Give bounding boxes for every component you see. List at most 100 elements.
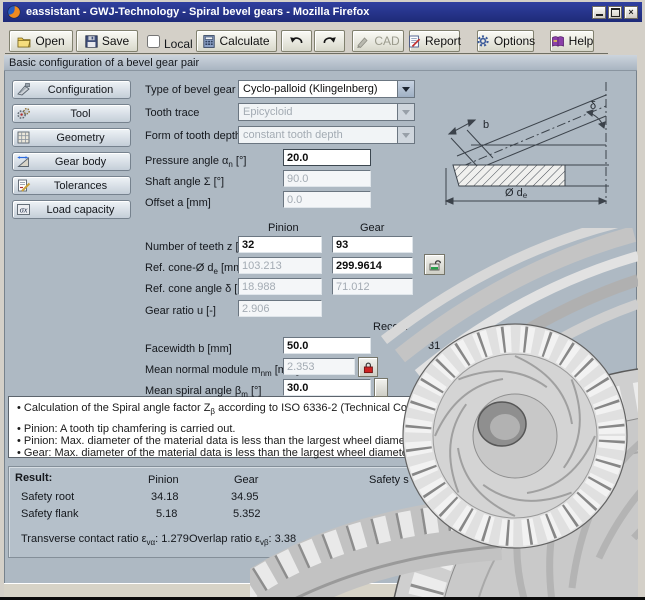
local-label: Local (164, 37, 193, 51)
teeth-pinion-input[interactable] (238, 236, 322, 253)
facewidth-label: Facewidth b [mm] (145, 343, 232, 355)
offset-label: Offset a [mm] (145, 197, 211, 209)
gear-column-header: Gear (360, 222, 384, 234)
chevron-down-icon[interactable] (397, 81, 414, 97)
safety-root-label: Safety root (21, 491, 74, 503)
undo-arrow-icon (289, 35, 304, 47)
ref-cone-unlock-button[interactable] (424, 254, 445, 275)
redo-button[interactable] (314, 30, 345, 52)
note-line: • Pinion: Max. diameter of the material … (17, 435, 414, 447)
result-safety-header: Safety s (369, 474, 409, 486)
calculate-button[interactable]: Calculate (196, 30, 277, 52)
svg-text:δ: δ (590, 100, 596, 112)
tooth-trace-label: Tooth trace (145, 107, 199, 119)
result-pinion-header: Pinion (148, 474, 179, 486)
svg-text:b: b (483, 119, 489, 131)
tool-gears-icon (16, 106, 31, 121)
mean-module-lock-button[interactable] (358, 357, 378, 377)
note-line: • Pinion: A tooth tip chamfering is carr… (17, 423, 235, 435)
mean-spiral-angle-label: Mean spiral angle βm [°] (145, 385, 261, 399)
gear-ratio-input (238, 300, 322, 317)
facewidth-recommendation: 31 (428, 340, 440, 352)
svg-text:Ø de: Ø de (505, 187, 528, 200)
section-title: Basic configuration of a bevel gear pair (9, 57, 199, 69)
shaft-angle-label: Shaft angle Σ [°] (145, 176, 224, 188)
cad-button: CAD (352, 30, 404, 52)
result-panel: Result: Pinion Gear Safety s Safety root… (8, 466, 612, 558)
open-folder-icon (17, 35, 31, 48)
status-bar (4, 583, 637, 597)
load-capacity-sigma-icon: σx (16, 202, 31, 217)
undo-button[interactable] (281, 30, 312, 52)
options-gear-icon (476, 34, 490, 48)
ref-cone-diameter-label: Ref. cone-Ø de [mm] (145, 262, 245, 276)
ref-cone-angle-label: Ref. cone angle δ [°] (145, 283, 245, 295)
sidebar-item-load-capacity[interactable]: σx Load capacity (12, 200, 131, 219)
facewidth-input[interactable] (283, 337, 371, 354)
gear-ratio-label: Gear ratio u [-] (145, 305, 216, 317)
pressure-angle-input[interactable] (283, 149, 371, 166)
save-button[interactable]: Save (76, 30, 138, 52)
note-line: • Gear: Max. diameter of the material da… (17, 447, 414, 459)
sidebar-item-gear-body[interactable]: Gear body (12, 152, 131, 171)
cone-angle-pinion-input (238, 278, 322, 295)
safety-flank-label: Safety flank (21, 508, 78, 520)
note-line: • Calculation of the Spiral angle factor… (17, 402, 407, 416)
close-button[interactable]: × (624, 6, 638, 19)
type-of-bevel-gear-select[interactable]: Cyclo-palloid (Klingelnberg) (238, 80, 415, 98)
save-floppy-icon (85, 35, 98, 48)
application-window: eassistant - GWJ-Technology - Spiral bev… (0, 0, 645, 600)
chevron-down-icon (397, 104, 414, 120)
notes-panel: • Calculation of the Spiral angle factor… (8, 396, 612, 458)
firefox-icon (7, 5, 21, 19)
bevel-gear-schematic-diagram: b δ Ø de (437, 78, 635, 208)
pressure-angle-label: Pressure angle αn [°] (145, 155, 246, 169)
mean-module-input (283, 358, 355, 375)
chevron-down-icon (397, 127, 414, 143)
sidebar-item-tool[interactable]: Tool (12, 104, 131, 123)
window-title: eassistant - GWJ-Technology - Spiral bev… (26, 6, 369, 18)
redo-arrow-icon (322, 35, 337, 47)
help-button[interactable]: Help (550, 30, 594, 52)
section-header: Basic configuration of a bevel gear pair (4, 55, 637, 71)
lock-closed-icon (362, 361, 375, 374)
maximize-button[interactable] (608, 6, 622, 19)
result-title: Result: (15, 472, 52, 484)
sidebar-item-geometry[interactable]: Geometry (12, 128, 131, 147)
report-document-icon (408, 35, 421, 48)
calculator-icon (203, 35, 215, 48)
minimize-button[interactable] (592, 6, 606, 19)
offset-input (283, 191, 371, 208)
spiral-angle-input[interactable] (283, 379, 371, 396)
cad-pencil-icon (356, 35, 370, 48)
teeth-gear-input[interactable] (332, 236, 413, 253)
result-gear-header: Gear (234, 474, 258, 486)
report-button[interactable]: Report (409, 30, 460, 52)
help-book-icon (551, 35, 565, 48)
cone-angle-gear-input (332, 278, 413, 295)
ref-cone-pinion-input (238, 257, 322, 274)
configuration-icon (16, 82, 31, 97)
safety-root-gear-value: 34.95 (231, 491, 259, 503)
number-of-teeth-label: Number of teeth z [-] (145, 241, 245, 253)
safety-root-pinion-value: 34.18 (151, 491, 179, 503)
mean-normal-module-label: Mean normal module mnm [mm] (145, 364, 299, 378)
local-checkbox[interactable] (147, 35, 160, 48)
gear-body-icon (16, 154, 31, 169)
title-bar: eassistant - GWJ-Technology - Spiral bev… (3, 2, 642, 22)
tooth-trace-select: Epicycloid (238, 103, 415, 121)
tooth-depth-label: Form of tooth depth (145, 130, 241, 142)
tooth-depth-select: constant tooth depth (238, 126, 415, 144)
transverse-contact-ratio: Transverse contact ratio εvα: 1.279 (21, 533, 189, 547)
spiral-angle-lock-button[interactable] (374, 378, 388, 397)
open-button[interactable]: Open (9, 30, 73, 52)
shaft-angle-input (283, 170, 371, 187)
sidebar-item-tolerances[interactable]: Tolerances (12, 176, 131, 195)
recommendation-header: Recom (373, 321, 408, 333)
geometry-grid-icon (16, 130, 31, 145)
tolerances-icon (16, 178, 31, 193)
sidebar-item-configuration[interactable]: Configuration (12, 80, 131, 99)
options-button[interactable]: Options (477, 30, 534, 52)
ref-cone-gear-input[interactable] (332, 257, 413, 274)
overlap-ratio: Overlap ratio εvβ: 3.38 (189, 533, 296, 547)
